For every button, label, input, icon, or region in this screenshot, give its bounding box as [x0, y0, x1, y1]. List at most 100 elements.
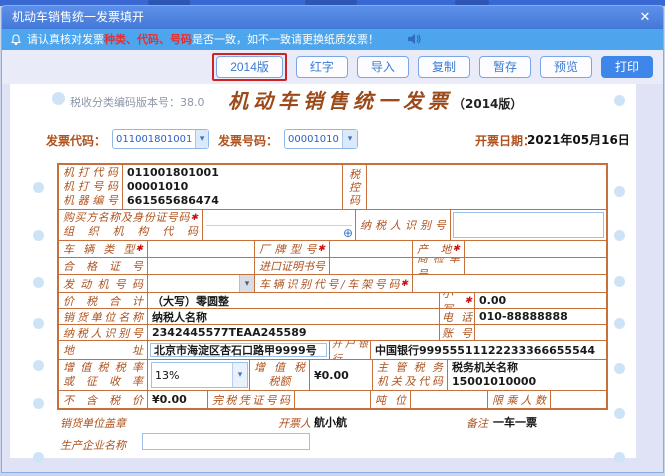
cert-no-input[interactable] [147, 258, 254, 274]
net-price-label: 不含税价 [59, 391, 147, 408]
issuer-label: 开票人 [278, 415, 311, 431]
preview-button[interactable]: 预览 [540, 56, 592, 78]
notice-text: 请认真核对发票种类、代码、号码是否一致，如不一致请更换纸质发票！ [27, 29, 379, 50]
issuer-value: 航小航 [314, 414, 347, 430]
address-label: 地址 [59, 341, 147, 359]
invoice-code-select[interactable]: 011001801001 ▾ [112, 129, 209, 149]
add-plus-icon[interactable]: ⊕ [343, 227, 353, 239]
close-icon[interactable]: ✕ [635, 6, 655, 29]
vat-rate-select[interactable]: 13% ▾ [151, 362, 248, 388]
import-button[interactable]: 导入 [357, 56, 409, 78]
address-cell: 北京市海淀区杏石口路甲9999号 [147, 341, 329, 359]
total-in-words: （大写）零圆整 [147, 293, 439, 308]
total-label: 价税合计 [59, 293, 147, 308]
origin-label: 产地✱ [412, 241, 464, 257]
decor-dot [33, 230, 44, 241]
decor-dot [33, 182, 44, 193]
dialog-titlebar: 机动车销售统一发票填开 ✕ [2, 6, 663, 29]
buyer-taxid-label: 纳税人识别号 [355, 210, 450, 240]
total-numeric-value[interactable]: 0.00 [474, 293, 606, 308]
machine-values: 011001801001 00001010 661565686474 [122, 165, 342, 209]
version-2014-button[interactable]: 2014版 [216, 56, 283, 78]
required-asterisk: ✱ [135, 244, 143, 254]
brand-model-input[interactable] [329, 241, 412, 257]
invoice-title-suffix: （2014版） [453, 95, 522, 112]
speaker-icon[interactable] [406, 32, 422, 46]
bank-label: 开户银行 [329, 341, 370, 359]
chevron-down-icon: ▾ [342, 130, 357, 148]
chevron-down-icon: ▾ [195, 130, 208, 148]
vat-rate-label: 增值税税率 或征收率 [59, 360, 147, 390]
account-input[interactable] [474, 325, 606, 340]
tax-control-code-label: 税控码 [342, 165, 366, 209]
decor-dot [614, 318, 625, 329]
vat-amount-label: 增值税 税额 [249, 360, 309, 390]
bank-value: 中国银行99955511122233366655544 [370, 341, 606, 359]
engine-no-select[interactable]: ▾ [147, 275, 254, 292]
required-asterisk: ✱ [317, 244, 325, 254]
invoice-date-value: 2021年05月16日 [527, 131, 630, 148]
tonnage-label: 吨位 [370, 391, 410, 408]
machine-id-value: 661565686474 [127, 194, 338, 208]
invoice-code-label: 发票代码： [46, 132, 106, 149]
save-draft-button[interactable]: 暂存 [479, 56, 531, 78]
buyer-labels: 购买方名称及身份证号码✱ 组织机构代码 [59, 210, 202, 240]
passenger-limit-input[interactable] [550, 391, 606, 408]
copy-button[interactable]: 复制 [418, 56, 470, 78]
account-label: 账号 [439, 325, 474, 340]
invoice-title: 机动车销售统一发票 （2014版） [228, 85, 522, 114]
machine-labels: 机打代码 机打号码 机器编号 [59, 165, 122, 209]
origin-input[interactable] [464, 241, 606, 257]
invoice-table: 机打代码 机打号码 机器编号 011001801001 00001010 661… [57, 163, 608, 410]
chevron-down-icon: ▾ [232, 363, 247, 387]
seller-seal-label: 销货单位盖章 [60, 415, 126, 431]
address-input[interactable]: 北京市海淀区杏石口路甲9999号 [150, 343, 327, 357]
decor-dot [33, 398, 44, 409]
notice-highlight: 种类、代码、号码 [104, 33, 192, 46]
tax-receipt-input[interactable] [294, 391, 370, 408]
tax-office-code: 15001010000 [452, 375, 602, 389]
cert-no-label: 合格证号 [59, 258, 147, 274]
vin-input[interactable] [412, 275, 606, 292]
decor-dot [33, 360, 44, 371]
buyer-taxid-input[interactable] [453, 212, 604, 238]
invoice-number-label: 发票号码： [218, 132, 278, 149]
print-button[interactable]: 打印 [601, 56, 653, 78]
import-cert-input[interactable] [329, 258, 412, 274]
required-asterisk: ✱ [464, 296, 472, 306]
buyer-name-inputs[interactable]: ⊕ [202, 210, 355, 240]
org-code-input[interactable] [206, 227, 341, 240]
vehicle-type-input[interactable] [147, 241, 254, 257]
tax-control-code-field[interactable] [366, 165, 606, 209]
invoice-meta-row: 发票代码： 011001801001 ▾ 发票号码： 00001010 ▾ 开票… [0, 128, 665, 152]
toolbar: 2014版 红字 导入 复制 暂存 预览 打印 [2, 50, 663, 84]
seller-taxid-label: 纳税人识别号 [59, 325, 147, 340]
bell-icon [10, 34, 22, 46]
inspection-no-input[interactable] [464, 258, 606, 274]
manufacturer-input[interactable] [142, 433, 310, 450]
seller-taxid-value: 2342445577TEAA245589 [147, 325, 439, 340]
tax-receipt-label: 完税凭证号码 [207, 391, 294, 408]
tax-office-label: 主管税务 机关及代码 [372, 360, 447, 390]
manufacturer-label: 生产企业名称 [60, 437, 126, 453]
vehicle-type-label: 车辆类型✱ [59, 241, 147, 257]
buyer-name-input[interactable] [206, 211, 352, 226]
required-asterisk: ✱ [452, 244, 460, 254]
dialog-title: 机动车销售统一发票填开 [12, 10, 144, 24]
machine-code-value: 011001801001 [127, 166, 338, 180]
invoice-number-select[interactable]: 00001010 ▾ [284, 129, 358, 149]
decor-dot [614, 408, 625, 419]
decor-dot [33, 452, 44, 463]
inspection-no-label: 商检单号 [412, 258, 464, 274]
remark-label: 备注 [466, 415, 488, 431]
phone-value: 010-88888888 [474, 309, 606, 324]
tonnage-input[interactable] [410, 391, 487, 408]
red-invoice-button[interactable]: 红字 [296, 56, 348, 78]
seller-name-label: 销货单位名称 [59, 309, 147, 324]
decor-dot [614, 186, 625, 197]
decor-dot [614, 95, 625, 106]
vat-rate-cell: 13% ▾ [147, 360, 249, 390]
total-numeric-label: 小写✱ [439, 293, 474, 308]
decor-dot [614, 363, 625, 374]
buyer-taxid-cell [450, 210, 606, 240]
